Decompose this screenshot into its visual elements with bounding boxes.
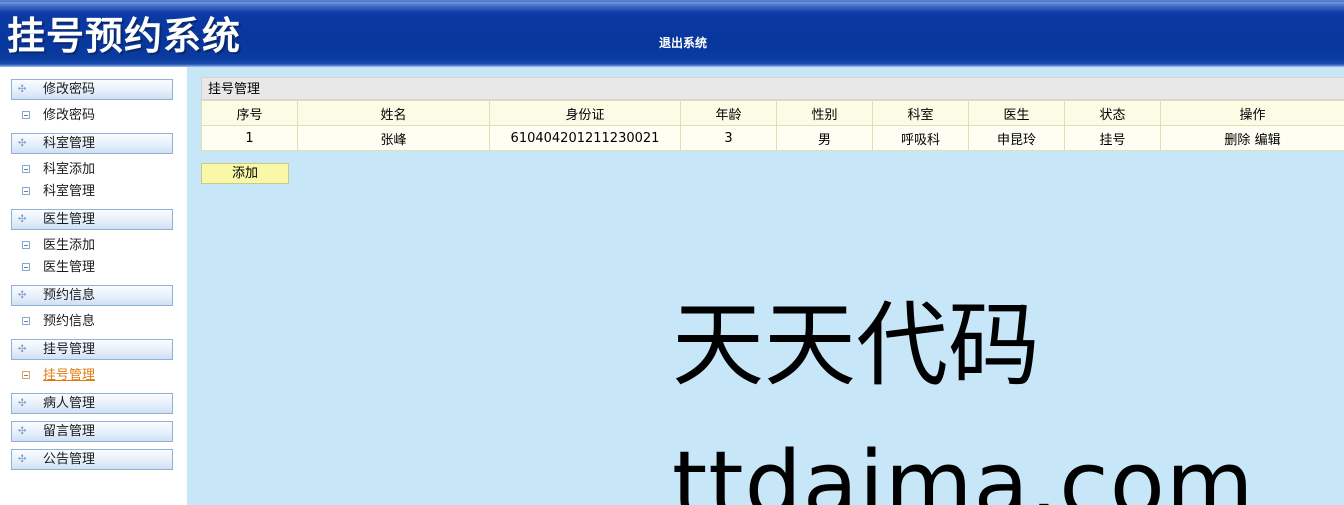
column-header: 年龄 <box>680 100 777 126</box>
panel-title: 挂号管理 <box>201 77 1344 100</box>
cell-name: 张峰 <box>297 125 490 151</box>
sidebar-item-label[interactable]: 医生添加 <box>43 237 95 255</box>
column-header: 操作 <box>1160 100 1344 126</box>
header-shine <box>0 2 1344 12</box>
menu-group-doctor[interactable]: ✣ 医生管理 <box>11 209 173 230</box>
sidebar-item-label[interactable]: 预约信息 <box>43 313 95 331</box>
expand-icon: ✣ <box>18 344 27 355</box>
expand-icon: ✣ <box>18 426 27 437</box>
app-header: 挂号预约系统 退出系统 <box>0 0 1344 67</box>
menu-group-registration[interactable]: ✣ 挂号管理 <box>11 339 173 360</box>
collapse-icon <box>22 165 30 173</box>
collapse-icon <box>22 111 30 119</box>
sidebar-item-label[interactable]: 修改密码 <box>43 107 95 125</box>
logout-link[interactable]: 退出系统 <box>659 34 707 51</box>
table-header-row: 序号 姓名 身份证 年龄 性别 科室 医生 状态 操作 <box>201 100 1344 126</box>
expand-icon: ✣ <box>18 214 27 225</box>
watermark-line1: 天天代码 <box>672 292 1041 399</box>
expand-icon: ✣ <box>18 398 27 409</box>
column-header: 科室 <box>872 100 969 126</box>
sidebar: ✣ 修改密码 修改密码 ✣ 科室管理 科室添加 科室管理 ✣ 医生管理 医生添加… <box>0 67 187 505</box>
app-logo: 挂号预约系统 <box>7 14 242 58</box>
menu-group-change-password[interactable]: ✣ 修改密码 <box>11 79 173 100</box>
menu-group-label: 医生管理 <box>43 212 96 227</box>
sidebar-item-label[interactable]: 挂号管理 <box>43 367 95 385</box>
menu-group-label: 科室管理 <box>43 136 96 151</box>
registration-table: 序号 姓名 身份证 年龄 性别 科室 医生 状态 操作 1 张峰 6104042… <box>201 100 1344 151</box>
cell-status: 挂号 <box>1064 125 1161 151</box>
menu-group-label: 病人管理 <box>43 396 96 411</box>
expand-icon: ✣ <box>18 290 27 301</box>
cell-department: 呼吸科 <box>872 125 969 151</box>
table-row: 1 张峰 610404201211230021 3 男 呼吸科 申昆玲 挂号 删… <box>201 125 1344 151</box>
menu-group-label: 预约信息 <box>43 288 96 303</box>
column-header: 状态 <box>1064 100 1161 126</box>
menu-group-message[interactable]: ✣ 留言管理 <box>11 421 173 442</box>
collapse-icon <box>22 317 30 325</box>
expand-icon: ✣ <box>18 84 27 95</box>
collapse-icon <box>22 241 30 249</box>
watermark-line2: ttdaima.com <box>672 432 1255 505</box>
edit-link[interactable]: 编辑 <box>1255 133 1281 148</box>
cell-age: 3 <box>680 125 777 151</box>
menu-group-appointment[interactable]: ✣ 预约信息 <box>11 285 173 306</box>
cell-index: 1 <box>201 125 298 151</box>
cell-gender: 男 <box>776 125 873 151</box>
add-button[interactable]: 添加 <box>201 163 289 184</box>
column-header: 性别 <box>776 100 873 126</box>
sidebar-item-label[interactable]: 医生管理 <box>43 259 95 277</box>
column-header: 医生 <box>968 100 1065 126</box>
cell-doctor: 申昆玲 <box>968 125 1065 151</box>
menu-group-department[interactable]: ✣ 科室管理 <box>11 133 173 154</box>
sidebar-item-label[interactable]: 科室添加 <box>43 161 95 179</box>
menu-group-patient[interactable]: ✣ 病人管理 <box>11 393 173 414</box>
expand-icon: ✣ <box>18 454 27 465</box>
collapse-icon <box>22 263 30 271</box>
registration-panel: 挂号管理 序号 姓名 身份证 年龄 性别 科室 医生 状态 操作 1 张峰 61… <box>201 77 1344 151</box>
menu-group-label: 挂号管理 <box>43 342 96 357</box>
menu-group-label: 公告管理 <box>43 452 96 467</box>
column-header: 姓名 <box>297 100 490 126</box>
collapse-icon <box>22 371 30 379</box>
sidebar-item-label[interactable]: 科室管理 <box>43 183 95 201</box>
watermark: 天天代码 ttdaima.com <box>672 300 1255 505</box>
collapse-icon <box>22 187 30 195</box>
cell-actions: 删除 编辑 <box>1160 125 1344 151</box>
column-header: 序号 <box>201 100 298 126</box>
menu-group-label: 修改密码 <box>43 82 96 97</box>
expand-icon: ✣ <box>18 138 27 149</box>
delete-link[interactable]: 删除 <box>1224 133 1250 148</box>
menu-group-label: 留言管理 <box>43 424 96 439</box>
menu-group-notice[interactable]: ✣ 公告管理 <box>11 449 173 470</box>
cell-id-card: 610404201211230021 <box>489 125 681 151</box>
column-header: 身份证 <box>489 100 681 126</box>
